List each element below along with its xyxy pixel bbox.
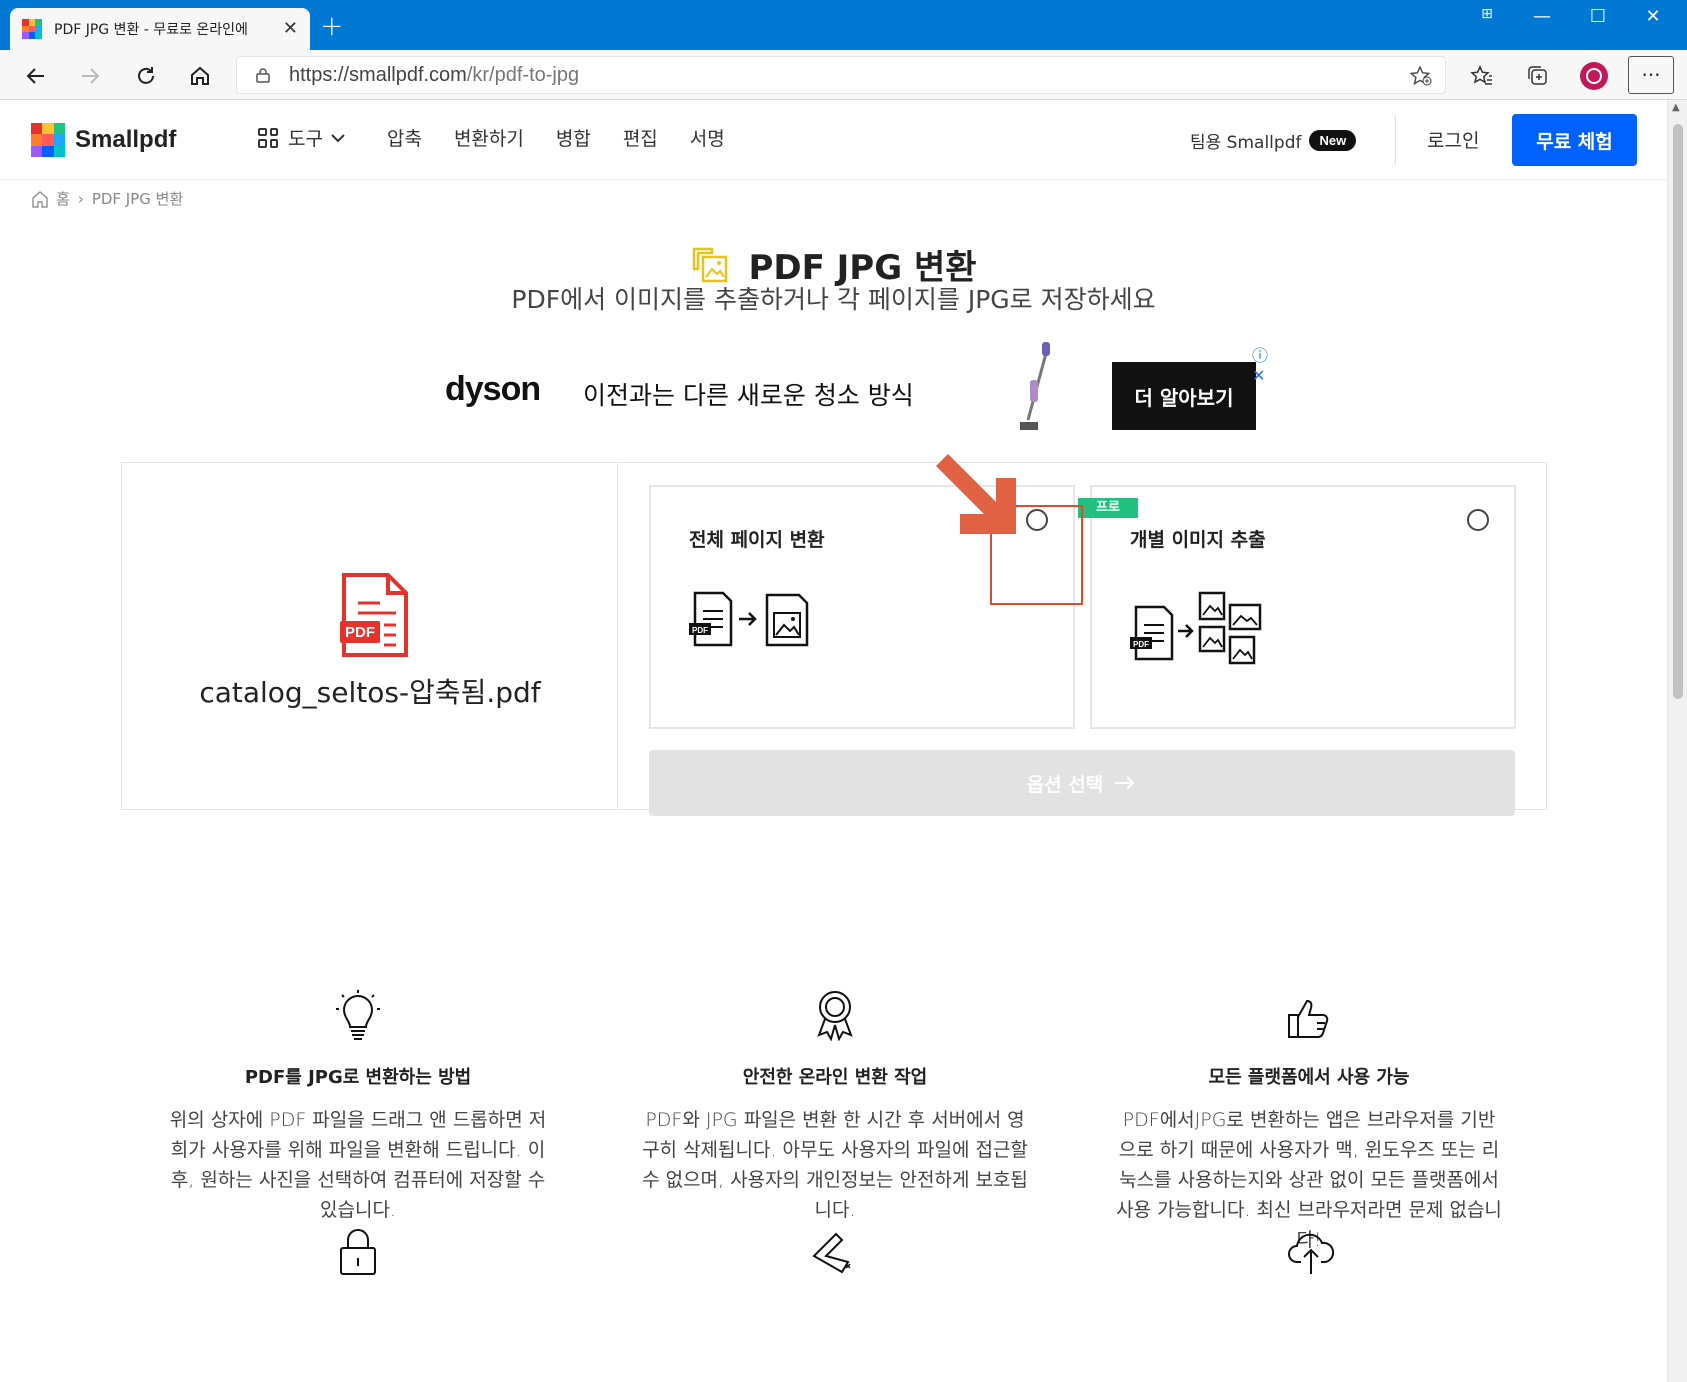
home-icon[interactable] bbox=[184, 60, 216, 92]
lock-feature-icon bbox=[340, 1229, 376, 1275]
site-header: Smallpdf 도구 압축 변환하기 병합 편집 서명 팀용 Smallpdf… bbox=[0, 100, 1667, 180]
main-nav: 도구 압축 변환하기 병합 편집 서명 bbox=[258, 124, 757, 151]
file-pane: PDF catalog_seltos-압축됨.pdf bbox=[122, 463, 618, 809]
browser-toolbar: https://smallpdf.com/kr/pdf-to-jpg ··· bbox=[0, 50, 1687, 100]
free-trial-button[interactable]: 무료 체험 bbox=[1512, 114, 1637, 166]
favorites-icon[interactable] bbox=[1466, 60, 1498, 92]
dyson-ad-banner[interactable]: dyson 이전과는 다른 새로운 청소 방식 더 알아보기 ⓘ ✕ bbox=[380, 340, 1268, 440]
add-favorite-icon[interactable] bbox=[1409, 65, 1433, 87]
ad-brand-logo: dyson bbox=[445, 370, 541, 408]
new-tab-icon[interactable]: + bbox=[320, 12, 343, 40]
select-option-button[interactable]: 옵션 선택 bbox=[649, 750, 1515, 816]
page-scrollbar[interactable]: ▲ bbox=[1667, 100, 1687, 1382]
breadcrumb-separator: › bbox=[77, 189, 84, 208]
collections-icon[interactable] bbox=[1522, 60, 1554, 92]
feature-title: 모든 플랫폼에서 사용 가능 bbox=[1208, 1067, 1410, 1088]
option-title: 전체 페이지 변환 bbox=[689, 529, 825, 551]
back-icon[interactable] bbox=[20, 60, 52, 92]
annotation-arrow-icon bbox=[936, 454, 1016, 534]
select-option-label: 옵션 선택 bbox=[1026, 773, 1104, 796]
chevron-down-icon bbox=[331, 133, 345, 142]
scroll-up-icon[interactable]: ▲ bbox=[1672, 102, 1680, 113]
forward-icon[interactable] bbox=[74, 60, 106, 92]
feature-how-to: PDF를 JPG로 변환하는 방법 위의 상자에 PDF 파일을 드래그 앤 드… bbox=[163, 985, 553, 1225]
extract-images-icon: PDF bbox=[1130, 591, 1262, 665]
pdf-to-jpg-icon bbox=[693, 247, 728, 282]
tool-box: PDF catalog_seltos-압축됨.pdf 전체 페이지 변환 PDF bbox=[121, 462, 1547, 816]
pro-badge: 프로 bbox=[1078, 498, 1138, 518]
grid-icon bbox=[258, 127, 278, 148]
breadcrumb: 홈 › PDF JPG 변환 bbox=[30, 188, 191, 209]
window-close-icon[interactable]: ✕ bbox=[1633, 6, 1673, 27]
address-bar[interactable]: https://smallpdf.com/kr/pdf-to-jpg bbox=[236, 56, 1446, 94]
feature-platforms: 모든 플랫폼에서 사용 가능 PDF에서JPG로 변환하는 앱은 브라우저를 기… bbox=[1114, 985, 1504, 1255]
window-layout-icon[interactable]: ⊞ bbox=[1467, 6, 1507, 22]
cloud-upload-icon bbox=[1288, 1233, 1335, 1274]
maximize-icon[interactable]: ☐ bbox=[1578, 6, 1618, 27]
thumbs-up-icon bbox=[1288, 999, 1329, 1038]
svg-text:PDF: PDF bbox=[1133, 640, 1149, 649]
lock-icon bbox=[256, 68, 270, 83]
header-divider bbox=[1395, 115, 1396, 165]
nav-edit[interactable]: 편집 bbox=[623, 124, 658, 151]
browser-titlebar: PDF JPG 변환 - 무료로 온라인에 ✕ + ⊞ — ☐ ✕ bbox=[0, 0, 1687, 50]
nav-compress[interactable]: 압축 bbox=[387, 124, 422, 151]
file-name: catalog_seltos-압축됨.pdf bbox=[199, 676, 541, 709]
smallpdf-logo[interactable]: Smallpdf bbox=[31, 123, 176, 157]
smallpdf-logo-icon bbox=[31, 123, 65, 157]
lightbulb-icon bbox=[336, 990, 380, 1040]
award-ribbon-icon bbox=[817, 991, 853, 1041]
tools-menu[interactable]: 도구 bbox=[258, 124, 347, 151]
more-menu-icon[interactable]: ··· bbox=[1628, 56, 1674, 94]
breadcrumb-current: PDF JPG 변환 bbox=[91, 190, 184, 208]
arrow-right-icon bbox=[1115, 776, 1135, 790]
feature-security: 안전한 온라인 변환 작업 PDF와 JPG 파일은 변환 한 시간 후 서버에… bbox=[640, 985, 1030, 1225]
url-text: https://smallpdf.com/kr/pdf-to-jpg bbox=[289, 63, 580, 86]
feature-title: PDF를 JPG로 변환하는 방법 bbox=[244, 1067, 472, 1088]
new-badge: New bbox=[1309, 130, 1357, 151]
tab-title: PDF JPG 변환 - 무료로 온라인에 bbox=[54, 22, 248, 38]
team-label: 팀용 Smallpdf bbox=[1190, 133, 1302, 153]
nav-sign[interactable]: 서명 bbox=[690, 124, 725, 151]
page-subtitle: PDF에서 이미지를 추출하거나 각 페이지를 JPG로 저장하세요 bbox=[511, 285, 1156, 314]
feature-title: 안전한 온라인 변환 작업 bbox=[742, 1067, 928, 1088]
ad-text: 이전과는 다른 새로운 청소 방식 bbox=[583, 381, 914, 410]
refresh-icon[interactable] bbox=[130, 60, 162, 92]
team-link[interactable]: 팀용 Smallpdf New bbox=[1190, 128, 1357, 153]
swiss-knife-icon bbox=[812, 1232, 851, 1274]
logo-text: Smallpdf bbox=[75, 126, 177, 153]
option-extract-images[interactable]: 개별 이미지 추출 PDF bbox=[1090, 485, 1516, 729]
pdf-file-icon: PDF bbox=[340, 573, 408, 657]
feature-text: 위의 상자에 PDF 파일을 드래그 앤 드롭하면 저희가 사용자를 위해 파일… bbox=[169, 1109, 547, 1221]
browser-tab[interactable]: PDF JPG 변환 - 무료로 온라인에 ✕ bbox=[10, 8, 310, 50]
minimize-icon[interactable]: — bbox=[1522, 6, 1562, 27]
nav-merge[interactable]: 병합 bbox=[556, 124, 591, 151]
radio-extract-images[interactable] bbox=[1467, 509, 1489, 531]
feature-text: PDF와 JPG 파일은 변환 한 시간 후 서버에서 영구히 삭제됩니다. 아… bbox=[642, 1109, 1028, 1221]
scroll-thumb[interactable] bbox=[1673, 124, 1683, 699]
full-page-convert-icon: PDF bbox=[689, 591, 809, 647]
home-outline-icon bbox=[32, 190, 48, 208]
svg-text:PDF: PDF bbox=[692, 626, 708, 635]
breadcrumb-home[interactable]: 홈 bbox=[56, 188, 70, 209]
web-page: Smallpdf 도구 압축 변환하기 병합 편집 서명 팀용 Smallpdf… bbox=[0, 100, 1667, 1382]
option-title: 개별 이미지 추출 bbox=[1130, 529, 1266, 551]
ad-info-icon[interactable]: ⓘ ✕ bbox=[1252, 342, 1268, 385]
pdf-file-label: PDF bbox=[345, 624, 375, 641]
ad-cta-button[interactable]: 더 알아보기 bbox=[1112, 362, 1256, 430]
nav-convert[interactable]: 변환하기 bbox=[454, 124, 524, 151]
tab-close-icon[interactable]: ✕ bbox=[283, 18, 298, 39]
tools-label: 도구 bbox=[288, 128, 323, 150]
login-link[interactable]: 로그인 bbox=[1427, 126, 1479, 153]
profile-avatar-icon[interactable] bbox=[1578, 60, 1610, 92]
smallpdf-favicon-icon bbox=[22, 19, 42, 39]
vacuum-image bbox=[1020, 342, 1050, 430]
